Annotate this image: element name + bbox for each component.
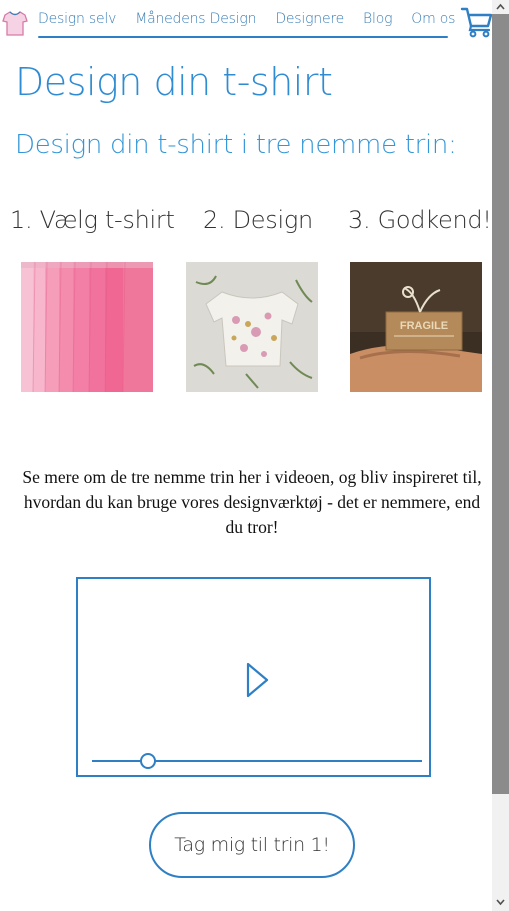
pink-tshirts-image bbox=[21, 262, 153, 392]
step-2-title: 2. Design bbox=[203, 206, 313, 234]
video-progress-handle[interactable] bbox=[140, 753, 157, 769]
nav-underline bbox=[38, 36, 448, 38]
tshirt-logo-icon[interactable] bbox=[2, 8, 28, 38]
video-player[interactable] bbox=[76, 577, 431, 777]
nav-menu: Design selv Månedens Design Designere Bl… bbox=[38, 11, 455, 27]
page-scrollbar[interactable] bbox=[492, 0, 509, 911]
page-subtitle: Design din t-shirt i tre nemme trin: bbox=[15, 130, 457, 160]
intro-text: Se mere om de tre nemme trin her i video… bbox=[22, 467, 482, 537]
fragile-package-image: FRAGILE bbox=[350, 262, 482, 392]
page-title: Design din t-shirt bbox=[15, 60, 333, 104]
play-icon[interactable] bbox=[246, 661, 270, 699]
scroll-up-arrow-icon[interactable] bbox=[495, 2, 506, 13]
nav-item-design-selv[interactable]: Design selv bbox=[38, 11, 116, 27]
cart-icon[interactable] bbox=[460, 6, 494, 38]
nav-item-maanedens-design[interactable]: Månedens Design bbox=[135, 11, 256, 27]
nav-item-designere[interactable]: Designere bbox=[275, 11, 344, 27]
nav-item-blog[interactable]: Blog bbox=[363, 11, 392, 27]
top-navigation: Design selv Månedens Design Designere Bl… bbox=[0, 0, 494, 44]
step-1-title: 1. Vælg t-shirt bbox=[10, 206, 175, 234]
scrollbar-thumb[interactable] bbox=[492, 14, 509, 794]
nav-item-om-os[interactable]: Om os bbox=[411, 11, 455, 27]
step-3-title: 3. Godkend! bbox=[348, 206, 492, 234]
floral-tshirt-image bbox=[186, 262, 318, 392]
svg-text:FRAGILE: FRAGILE bbox=[400, 320, 448, 332]
scroll-down-arrow-icon[interactable] bbox=[495, 896, 506, 907]
go-to-step-1-button[interactable]: Tag mig til trin 1! bbox=[149, 812, 355, 878]
